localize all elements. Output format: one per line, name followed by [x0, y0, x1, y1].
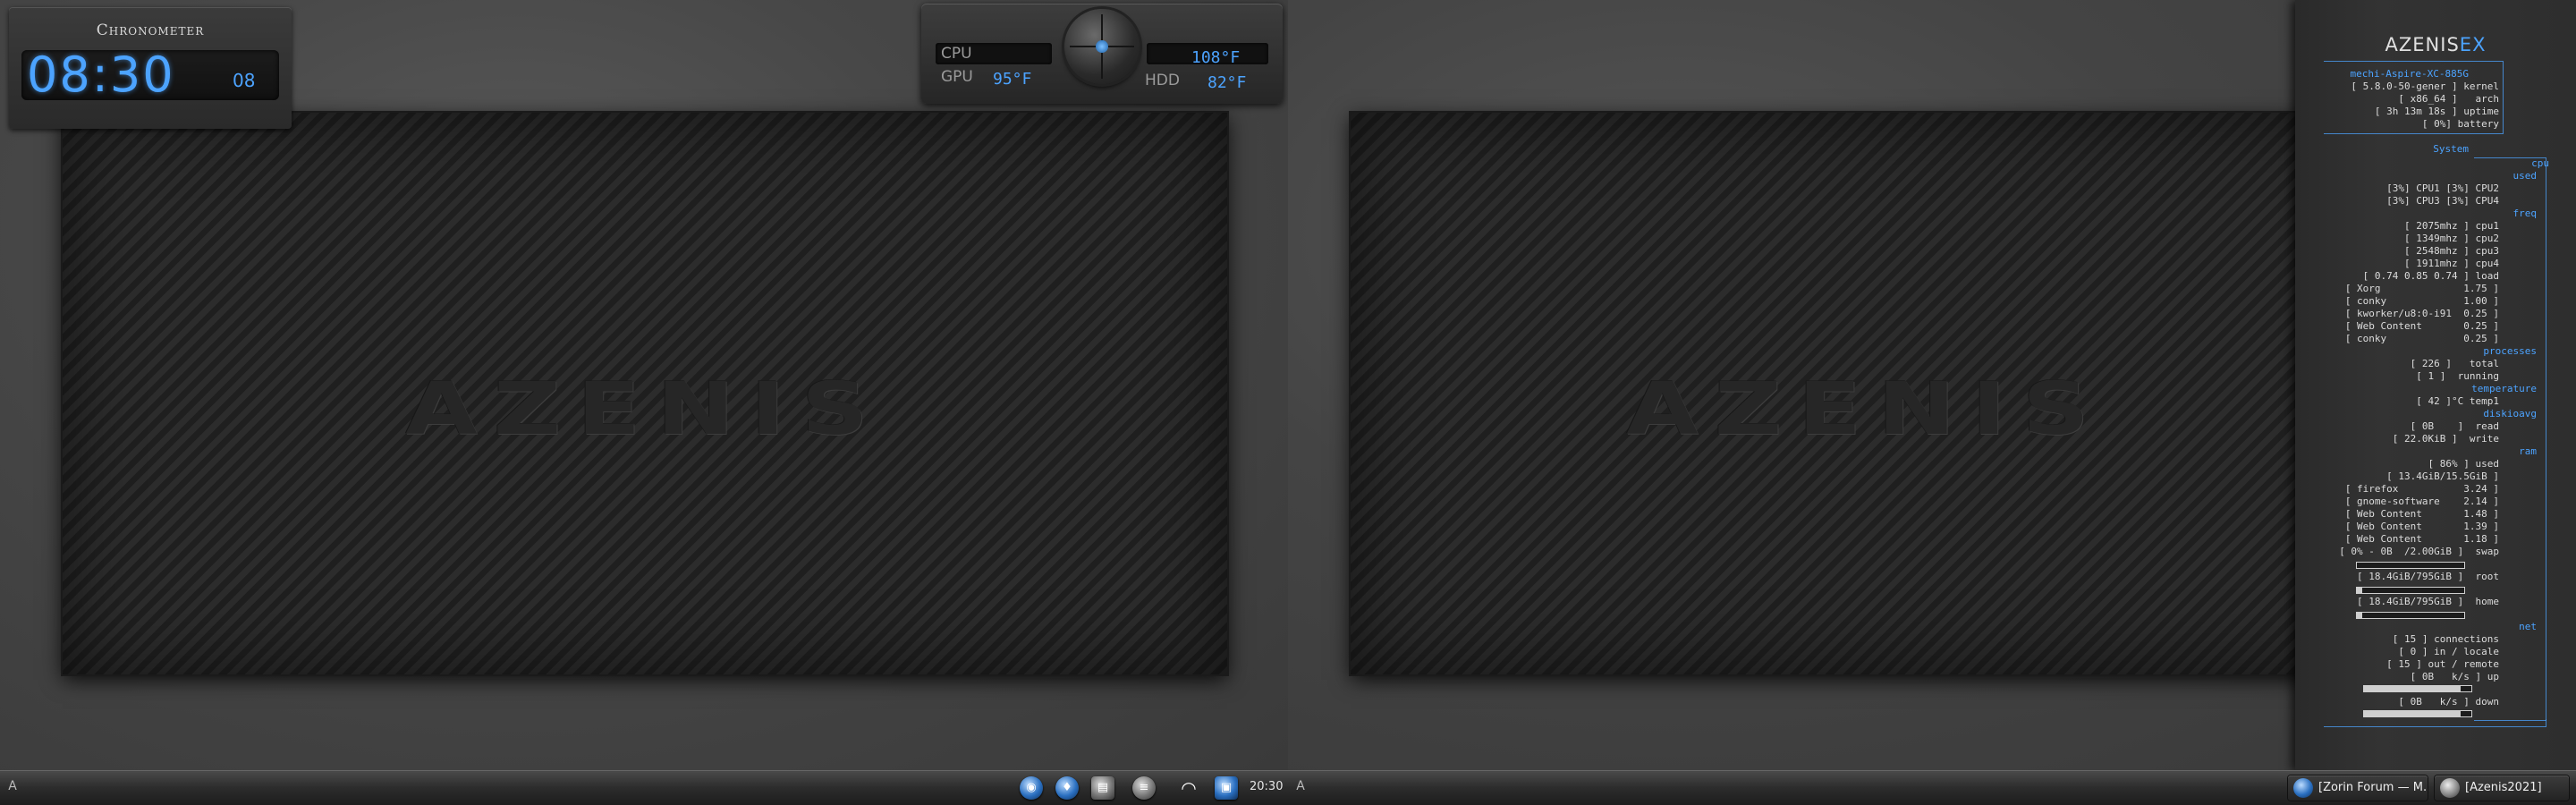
- processes-running: [ 1 ] running: [2416, 370, 2499, 382]
- mem-process: [ gnome-software 2.14 ]: [2344, 496, 2499, 507]
- conky-battery: [ 0%] battery: [2421, 118, 2499, 130]
- files-icon[interactable]: ▤: [1091, 776, 1114, 800]
- chronometer-title: Chronometer: [96, 21, 205, 39]
- home-gauge: [2356, 612, 2465, 619]
- taskbar-right: A [Zorin Forum — M... [Azenis2021]: [1288, 771, 2576, 805]
- shield-icon[interactable]: ♦: [1055, 776, 1079, 800]
- freq-cpu3: [ 2548mhz ] cpu3: [2404, 245, 2499, 257]
- taskbar-clock[interactable]: 20:30: [1250, 780, 1283, 793]
- home-usage: [ 18.4GiB/795GiB ] home: [2357, 596, 2499, 607]
- chronometer-widget: Chronometer 08:30 08: [9, 7, 292, 129]
- wallpaper-logo-right: AZENIS: [1626, 366, 2106, 452]
- cpu-value: 108°F: [1191, 48, 1241, 67]
- root-gauge: [2356, 587, 2465, 594]
- gpu-value: 95°F: [993, 70, 1032, 89]
- taskbar-left: A ◉ ♦ ▤ ≡ ◠ ▣ 20:30: [0, 771, 1288, 805]
- swap-usage: [ 0% - 0B /2.00GiB ] swap: [2339, 546, 2499, 557]
- task-button-browser[interactable]: [Zorin Forum — M...: [2288, 775, 2428, 801]
- top-process: [ Xorg 1.75 ]: [2344, 283, 2499, 294]
- swap-gauge: [2356, 562, 2465, 569]
- conky-host: mechi-Aspire-XC-885G: [2350, 68, 2469, 80]
- wallpaper-logo: AZENIS: [405, 366, 885, 452]
- hdd-label: HDD: [1145, 72, 1180, 89]
- load-average: [ 0.74 0.85 0.74 ] load: [2362, 270, 2499, 282]
- menu-icon-right[interactable]: A: [1292, 779, 1309, 797]
- temperature-label: temperature: [2471, 383, 2537, 394]
- mem-process: [ Web Content 1.48 ]: [2344, 508, 2499, 520]
- wallpaper-panel-left: AZENIS: [63, 113, 1227, 674]
- system-tray-icon[interactable]: ▣: [1215, 776, 1238, 800]
- conky-arch: [ x86_64 ] arch: [2398, 93, 2499, 105]
- used-label: used: [2512, 170, 2538, 182]
- clock-time: 08:30: [27, 47, 175, 103]
- disk-write: [ 22.0KiB ] write: [2392, 433, 2499, 445]
- desktop-left[interactable]: AZENIS Chronometer 08:30 08 CPU GPU 95°F…: [0, 0, 1288, 771]
- temperature-widget: CPU GPU 95°F 108°F HDD 82°F: [921, 4, 1283, 104]
- top-process: [ conky 0.25 ]: [2344, 333, 2499, 344]
- wallpaper-panel-right: AZENIS: [1351, 113, 2381, 674]
- hdd-value: 82°F: [1208, 73, 1247, 92]
- cpu-label: CPU: [941, 45, 972, 63]
- net-label: net: [2519, 621, 2537, 632]
- update-icon[interactable]: ≡: [1132, 776, 1156, 800]
- cpu-usage-row1: [3%] CPU1 [3%] CPU2: [2386, 182, 2499, 194]
- task-button-label: [Azenis2021]: [2465, 781, 2542, 794]
- mem-process: [ Web Content 1.18 ]: [2344, 533, 2499, 545]
- menu-icon[interactable]: A: [4, 779, 21, 797]
- top-process: [ kworker/u8:0-i91 0.25 ]: [2344, 308, 2499, 319]
- net-down: [ 0B k/s ] down: [2398, 696, 2499, 708]
- conky-title: AZENISEX: [2295, 34, 2576, 55]
- top-process: [ conky 1.00 ]: [2344, 295, 2499, 307]
- ram-used: [ 86% ] used: [2428, 458, 2499, 470]
- browser-icon[interactable]: ◉: [1020, 776, 1043, 800]
- net-up: [ 0B k/s ] up: [2410, 671, 2499, 682]
- clock-seconds: 08: [233, 70, 256, 91]
- conky-title-main: AZENIS: [2385, 34, 2460, 55]
- net-connections: [ 15 ] connections: [2392, 633, 2499, 645]
- conky-title-ex: EX: [2459, 34, 2487, 55]
- freq-cpu4: [ 1911mhz ] cpu4: [2404, 258, 2499, 269]
- conky-system-monitor: AZENISEX mechi-Aspire-XC-885G [ 5.8.0-50…: [2295, 0, 2576, 771]
- temp1-value: [ 42 ]°C temp1: [2416, 395, 2499, 407]
- mem-process: [ firefox 3.24 ]: [2344, 483, 2499, 495]
- freq-cpu2: [ 1349mhz ] cpu2: [2404, 233, 2499, 244]
- ram-label: ram: [2519, 445, 2537, 457]
- wifi-icon[interactable]: ◠: [1177, 776, 1200, 800]
- ram-total: [ 13.4GiB/15.5GiB ]: [2386, 470, 2499, 482]
- task-button-folder[interactable]: [Azenis2021]: [2435, 775, 2569, 801]
- cpu-usage-row2: [3%] CPU3 [3%] CPU4: [2386, 195, 2499, 207]
- down-gauge: [2363, 710, 2472, 717]
- task-button-label: [Zorin Forum — M...: [2318, 781, 2428, 794]
- browser-icon: [2293, 778, 2313, 798]
- net-in: [ 0 ] in / locale: [2398, 646, 2499, 657]
- disk-read: [ 0B ] read: [2410, 420, 2499, 432]
- conky-system-label: System: [2433, 143, 2469, 155]
- conky-kernel: [ 5.8.0-50-gener ] kernel: [2351, 80, 2499, 92]
- folder-icon: [2440, 778, 2460, 798]
- processes-label: processes: [2483, 345, 2537, 357]
- net-out: [ 15 ] out / remote: [2386, 658, 2499, 670]
- diskio-label: diskioavg: [2483, 408, 2537, 419]
- mem-process: [ Web Content 1.39 ]: [2344, 521, 2499, 532]
- processes-total: [ 226 ] total: [2410, 358, 2499, 369]
- up-gauge: [2363, 685, 2472, 692]
- freq-cpu1: [ 2075mhz ] cpu1: [2404, 220, 2499, 232]
- root-usage: [ 18.4GiB/795GiB ] root: [2357, 571, 2499, 582]
- top-process: [ Web Content 0.25 ]: [2344, 320, 2499, 332]
- conky-uptime: [ 3h 13m 18s ] uptime: [2374, 106, 2499, 117]
- dial-icon: [1064, 9, 1140, 84]
- freq-label: freq: [2512, 208, 2538, 219]
- gpu-label: GPU: [941, 68, 973, 86]
- cpu-section-label: cpu: [2531, 157, 2549, 169]
